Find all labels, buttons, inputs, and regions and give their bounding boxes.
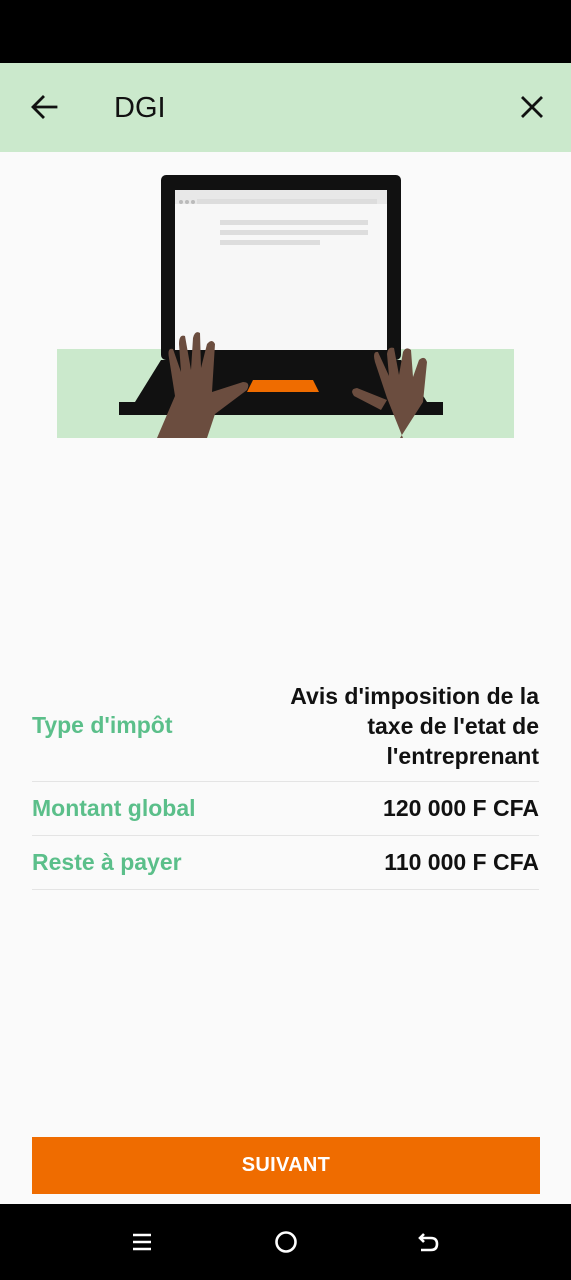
app-header: DGI — [0, 63, 571, 152]
close-button[interactable] — [510, 85, 554, 129]
remaining-label: Reste à payer — [32, 849, 182, 875]
detail-row-remaining: Reste à payer 110 000 F CFA — [32, 836, 539, 890]
detail-row-tax-type: Type d'impôt Avis d'imposition de la tax… — [32, 670, 539, 782]
total-amount-value: 120 000 F CFA — [383, 795, 539, 821]
back-icon — [418, 1233, 439, 1252]
tax-type-label: Type d'impôt — [32, 712, 173, 738]
home-button[interactable] — [266, 1222, 306, 1262]
tax-details: Type d'impôt Avis d'imposition de la tax… — [32, 670, 539, 890]
status-bar — [0, 0, 571, 63]
system-nav-bar — [0, 1204, 571, 1280]
home-circle-icon — [275, 1231, 297, 1253]
laptop-illustration — [57, 170, 514, 440]
system-back-button[interactable] — [408, 1222, 448, 1262]
arrow-left-icon — [31, 95, 58, 119]
tax-type-value: Avis d'imposition de la taxe de l'etat d… — [290, 682, 539, 769]
next-button[interactable]: SUIVANT — [32, 1137, 540, 1194]
detail-row-total-amount: Montant global 120 000 F CFA — [32, 782, 539, 836]
total-amount-label: Montant global — [32, 795, 196, 821]
back-button[interactable] — [22, 85, 66, 129]
recent-apps-button[interactable] — [122, 1222, 162, 1262]
page-title: DGI — [114, 92, 166, 124]
menu-icon — [133, 1233, 151, 1251]
close-icon — [521, 96, 543, 118]
remaining-value: 110 000 F CFA — [384, 849, 539, 875]
